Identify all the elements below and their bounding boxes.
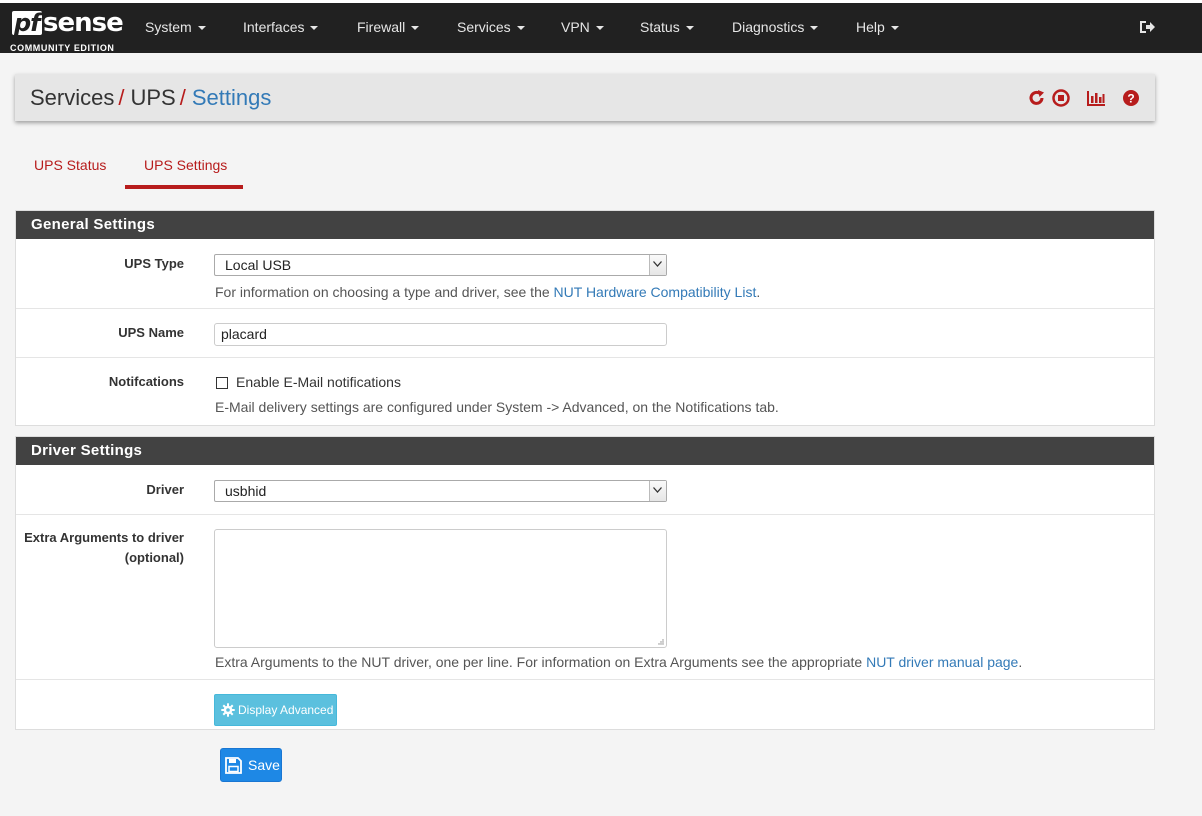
extra-arguments-label: Extra Arguments to driver (optional): [24, 528, 184, 568]
driver-label: Driver: [146, 482, 184, 497]
display-advanced-button[interactable]: Display Advanced: [214, 694, 337, 726]
extra-arguments-help-text: Extra Arguments to the NUT driver, one p…: [215, 654, 863, 670]
chart-icon[interactable]: [1086, 89, 1106, 107]
panel-heading-driver: Driver Settings: [16, 437, 1154, 465]
tab-ups-settings[interactable]: UPS Settings: [144, 157, 227, 173]
chevron-down-icon: [890, 26, 899, 31]
pfsense-logo[interactable]: pf sense COMMUNITY EDITION: [10, 8, 124, 53]
ups-type-value: Local USB: [225, 257, 292, 273]
nav-diagnostics[interactable]: Diagnostics: [732, 19, 819, 35]
ups-type-help: For information on choosing a type and d…: [215, 284, 760, 300]
ups-type-help-text: For information on choosing a type and d…: [215, 284, 550, 300]
nav-services[interactable]: Services: [457, 19, 525, 35]
row-advanced: Display Advanced: [16, 679, 1154, 731]
driver-select[interactable]: usbhid: [214, 480, 667, 502]
chevron-down-icon: [197, 26, 206, 31]
ups-type-select[interactable]: Local USB: [214, 254, 667, 276]
extra-arguments-help: Extra Arguments to the NUT driver, one p…: [215, 654, 1022, 670]
nav-vpn-label: VPN: [561, 19, 590, 35]
active-tab-indicator: [125, 185, 243, 189]
breadcrumb-separator: /: [118, 85, 125, 110]
restart-icon[interactable]: [1028, 89, 1046, 107]
ups-type-help-suffix: .: [756, 284, 761, 300]
nut-hardware-compatibility-link[interactable]: NUT Hardware Compatibility List: [554, 284, 757, 300]
email-notifications-label[interactable]: Enable E-Mail notifications: [236, 374, 401, 390]
nav-system[interactable]: System: [145, 19, 206, 35]
row-ups-type: UPS Type Local USB For information on ch…: [16, 239, 1154, 308]
logo-sense: sense: [43, 8, 124, 38]
ups-type-label: UPS Type: [124, 256, 184, 271]
logo-edition: COMMUNITY EDITION: [10, 43, 115, 53]
chevron-down-icon: [810, 26, 819, 31]
chevron-down-icon: [653, 261, 662, 267]
save-label: Save: [248, 757, 280, 773]
breadcrumb-settings[interactable]: Settings: [192, 85, 272, 110]
nav-interfaces[interactable]: Interfaces: [243, 19, 319, 35]
chevron-down-icon: [516, 26, 525, 31]
tab-ups-status[interactable]: UPS Status: [34, 157, 106, 173]
breadcrumb-ups[interactable]: UPS: [130, 85, 175, 110]
nav-status-label: Status: [640, 19, 680, 35]
row-extra-arguments: Extra Arguments to driver (optional) Ext…: [16, 514, 1154, 679]
sign-out-icon[interactable]: [1138, 18, 1156, 36]
driver-settings-panel: Driver Settings Driver usbhid Extra Argu…: [15, 436, 1155, 730]
ups-name-label: UPS Name: [118, 325, 184, 340]
extra-arguments-textarea[interactable]: [214, 529, 667, 648]
chevron-down-icon: [310, 26, 319, 31]
extra-arguments-label-line1: Extra Arguments to driver: [24, 530, 184, 545]
email-notifications-checkbox[interactable]: [216, 377, 228, 389]
breadcrumb-separator: /: [179, 85, 186, 110]
nav-services-label: Services: [457, 19, 511, 35]
chevron-down-icon: [595, 26, 604, 31]
notifications-help: E-Mail delivery settings are configured …: [215, 399, 779, 415]
driver-value: usbhid: [225, 483, 267, 499]
row-notifications: Notifcations Enable E-Mail notifications…: [16, 357, 1154, 426]
nav-status[interactable]: Status: [640, 19, 694, 35]
gear-icon: [221, 703, 235, 717]
floppy-disk-icon: [225, 756, 242, 774]
resize-grip-icon[interactable]: [656, 637, 664, 645]
chevron-down-icon: [685, 26, 694, 31]
nav-diagnostics-label: Diagnostics: [732, 19, 805, 35]
breadcrumb: Services / UPS / Settings: [30, 85, 271, 111]
notifications-label: Notifcations: [108, 374, 184, 389]
top-navbar: pf sense COMMUNITY EDITION System Interf…: [0, 0, 1202, 53]
row-driver: Driver usbhid: [16, 465, 1154, 514]
nav-vpn[interactable]: VPN: [561, 19, 604, 35]
breadcrumb-services[interactable]: Services: [30, 85, 114, 110]
nav-interfaces-label: Interfaces: [243, 19, 305, 35]
row-ups-name: UPS Name placard: [16, 308, 1154, 357]
svg-text:?: ?: [1127, 92, 1134, 106]
panel-heading-general: General Settings: [16, 211, 1154, 239]
general-settings-panel: General Settings UPS Type Local USB For …: [15, 210, 1155, 426]
nav-firewall-label: Firewall: [357, 19, 406, 35]
extra-arguments-help-suffix: .: [1018, 654, 1023, 670]
header-icon-group: ?: [1028, 88, 1140, 108]
select-arrow: [649, 255, 666, 275]
stop-icon[interactable]: [1052, 89, 1070, 107]
nav-firewall[interactable]: Firewall: [357, 19, 420, 35]
nav-help[interactable]: Help: [856, 19, 899, 35]
nut-driver-manual-link[interactable]: NUT driver manual page: [866, 654, 1018, 670]
chevron-down-icon: [653, 487, 662, 493]
extra-arguments-label-line2: (optional): [124, 550, 184, 565]
logo-pf: pf: [12, 9, 42, 37]
ups-name-input[interactable]: placard: [214, 323, 667, 346]
nav-help-label: Help: [856, 19, 885, 35]
display-advanced-label: Display Advanced: [238, 703, 334, 717]
breadcrumb-panel: Services / UPS / Settings ?: [15, 74, 1155, 121]
select-arrow: [649, 481, 666, 501]
chevron-down-icon: [411, 26, 420, 31]
help-icon[interactable]: ?: [1122, 89, 1140, 107]
nav-system-label: System: [145, 19, 192, 35]
save-button[interactable]: Save: [220, 748, 282, 782]
